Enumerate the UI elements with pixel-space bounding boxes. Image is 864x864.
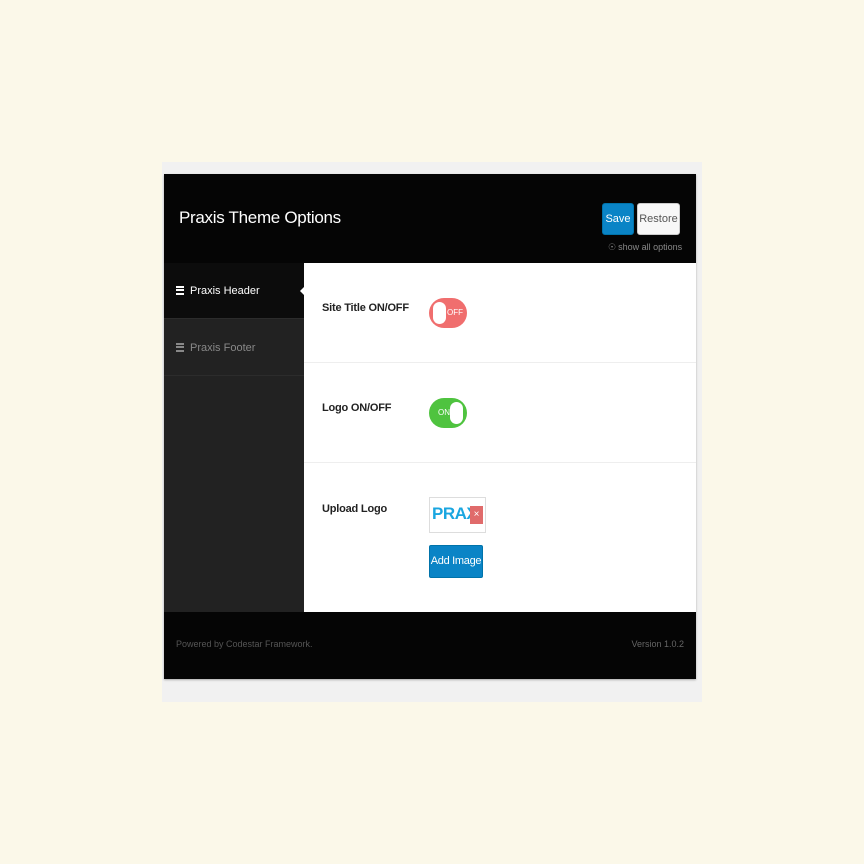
show-all-options-label: show all options <box>618 242 683 252</box>
options-header: Praxis Theme Options Save Restore ☉ show … <box>164 174 696 263</box>
toggle-knob <box>433 302 446 324</box>
site-title-toggle[interactable]: OFF <box>429 298 467 328</box>
field-label: Site Title ON/OFF <box>322 302 409 314</box>
toggle-state-label: OFF <box>447 308 463 317</box>
theme-options-panel: Praxis Theme Options Save Restore ☉ show … <box>164 174 696 679</box>
options-content: Site Title ON/OFF OFF Logo ON/OFF ON Upl… <box>304 263 696 612</box>
sidebar-nav: Praxis Header Praxis Footer <box>164 263 305 612</box>
logo-preview-image: PRAX × <box>429 497 486 533</box>
add-image-button[interactable]: Add Image <box>429 545 483 578</box>
field-site-title: Site Title ON/OFF OFF <box>304 263 696 363</box>
options-footer: Powered by Codestar Framework. Version 1… <box>164 612 696 679</box>
toggle-knob <box>450 402 463 424</box>
field-label: Logo ON/OFF <box>322 402 392 414</box>
page-title: Praxis Theme Options <box>179 208 341 227</box>
field-label: Upload Logo <box>322 503 388 515</box>
sidebar-item-praxis-header[interactable]: Praxis Header <box>164 263 305 319</box>
logo-toggle[interactable]: ON <box>429 398 467 428</box>
remove-image-icon[interactable]: × <box>470 506 483 524</box>
show-all-options-link[interactable]: ☉ show all options <box>608 242 682 253</box>
eye-icon: ☉ <box>608 242 617 252</box>
sidebar-item-praxis-footer[interactable]: Praxis Footer <box>164 320 304 376</box>
version-text: Version 1.0.2 <box>631 639 684 649</box>
save-button[interactable]: Save <box>602 203 634 235</box>
field-upload-logo: Upload Logo PRAX × Add Image <box>304 463 696 612</box>
field-logo: Logo ON/OFF ON <box>304 363 696 463</box>
list-icon <box>176 342 184 352</box>
powered-by-text: Powered by Codestar Framework. <box>176 639 313 649</box>
sidebar-item-label: Praxis Footer <box>190 342 256 354</box>
sidebar-item-label: Praxis Header <box>190 285 260 297</box>
list-icon <box>176 285 184 295</box>
toggle-state-label: ON <box>438 408 450 417</box>
restore-button[interactable]: Restore <box>637 203 680 235</box>
